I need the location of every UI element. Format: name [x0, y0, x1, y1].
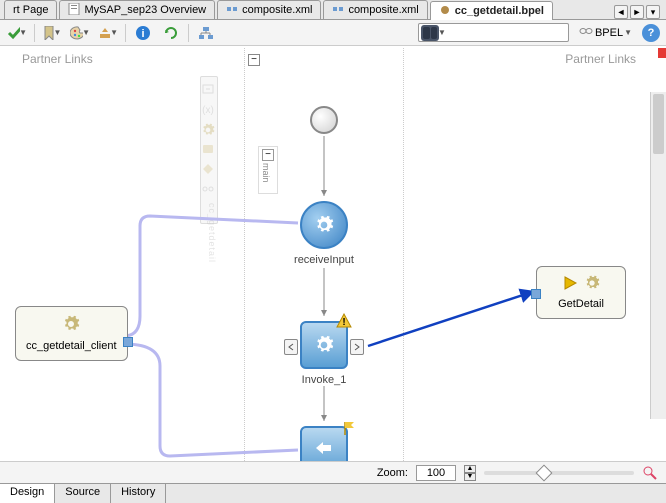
mini-palette: (x) cc_getdetail	[200, 76, 218, 224]
refresh-button[interactable]	[160, 23, 182, 43]
partner-link-getdetail[interactable]: GetDetail	[536, 266, 626, 319]
invoke-label: Invoke_1	[274, 374, 374, 386]
zoom-spinner: ▲ ▼	[464, 465, 476, 481]
partner-label: cc_getdetail_client	[26, 340, 117, 352]
search-input[interactable]	[446, 27, 566, 39]
svg-text:(x): (x)	[202, 105, 214, 115]
scope-main[interactable]: − main	[258, 146, 278, 194]
view-menu[interactable]: BPEL ▼	[575, 26, 636, 39]
gear-icon	[584, 275, 600, 294]
validate-button[interactable]: ▼	[6, 23, 28, 43]
tab-ccgetdetail[interactable]: cc_getdetail.bpel	[430, 1, 553, 20]
activity-icon[interactable]	[201, 143, 217, 157]
editor-tabs: rt Page MySAP_sep23 Overview composite.x…	[0, 0, 666, 20]
tab-label: rt Page	[13, 4, 48, 16]
binoculars-icon[interactable]	[421, 25, 439, 41]
tab-composite1[interactable]: composite.xml	[217, 0, 321, 19]
play-icon	[562, 275, 578, 294]
layout-button[interactable]	[195, 23, 217, 43]
partner-links-left-label: Partner Links	[22, 52, 93, 66]
tab-label: cc_getdetail.bpel	[455, 5, 544, 17]
zoom-up-button[interactable]: ▲	[464, 465, 476, 473]
port-icon[interactable]	[531, 289, 541, 299]
event-icon[interactable]	[201, 163, 217, 177]
tab-list-button[interactable]: ▾	[646, 5, 660, 19]
bpel-icon	[439, 4, 451, 19]
scope-label: main	[261, 163, 271, 183]
gear-icon	[314, 335, 334, 355]
tab-label: composite.xml	[348, 4, 418, 16]
canvas[interactable]: Partner Links Partner Links (x) cc_getde…	[0, 46, 666, 461]
status-bar: Zoom: ▲ ▼	[0, 461, 666, 483]
receive-activity[interactable]	[300, 201, 348, 249]
view-label: BPEL	[595, 27, 623, 39]
tab-label: composite.xml	[242, 4, 312, 16]
toolbar: ▼ ▼ ▼ ▼ i ▼ BPEL ▼ ?	[0, 20, 666, 46]
collapse-toggle-icon[interactable]	[201, 83, 217, 97]
start-event[interactable]	[310, 106, 338, 134]
receive-label: receiveInput	[274, 254, 374, 266]
search-box: ▼	[418, 23, 569, 42]
tab-design[interactable]: Design	[0, 484, 55, 503]
tab-composite2[interactable]: composite.xml	[323, 0, 427, 19]
tab-nav: ◄ ► ▾	[614, 5, 666, 19]
svg-text:!: !	[342, 317, 345, 328]
partner-label: GetDetail	[558, 298, 604, 310]
file-icon	[68, 3, 80, 18]
tab-source[interactable]: Source	[55, 484, 111, 503]
xml-icon	[226, 3, 238, 18]
partner-links-right-label: Partner Links	[565, 52, 636, 66]
search-dropdown[interactable]: ▼	[438, 28, 446, 37]
bottom-tabs: Design Source History	[0, 483, 666, 503]
link-icon[interactable]	[201, 183, 217, 197]
reply-icon	[313, 438, 335, 462]
link-icon	[579, 26, 593, 39]
palette-button[interactable]: ▼	[69, 23, 91, 43]
variable-icon[interactable]: (x)	[201, 103, 217, 117]
bookmark-button[interactable]: ▼	[41, 23, 63, 43]
help-button[interactable]: ?	[642, 24, 660, 42]
input-port[interactable]	[284, 339, 298, 355]
design-canvas: Partner Links Partner Links (x) cc_getde…	[0, 46, 666, 461]
error-marker[interactable]	[658, 48, 666, 58]
partner-link-client[interactable]: cc_getdetail_client	[15, 306, 128, 361]
tab-mysap[interactable]: MySAP_sep23 Overview	[59, 0, 215, 19]
zoom-down-button[interactable]: ▼	[464, 473, 476, 481]
flag-icon	[342, 420, 358, 436]
output-port[interactable]	[350, 339, 364, 355]
separator	[34, 24, 35, 42]
zoom-label: Zoom:	[377, 467, 408, 479]
reply-activity[interactable]	[300, 426, 348, 461]
process-label: cc_getdetail	[201, 203, 217, 217]
port-icon[interactable]	[123, 337, 133, 347]
gear-icon[interactable]	[201, 123, 217, 137]
tab-label: MySAP_sep23 Overview	[84, 4, 206, 16]
xml-icon	[332, 3, 344, 18]
vertical-scrollbar[interactable]	[650, 92, 666, 419]
info-button[interactable]: i	[132, 23, 154, 43]
deploy-button[interactable]: ▼	[97, 23, 119, 43]
warning-icon: !	[336, 313, 352, 329]
tab-history[interactable]: History	[111, 484, 166, 503]
separator	[188, 24, 189, 42]
tab-next-button[interactable]: ►	[630, 5, 644, 19]
zoom-reset-button[interactable]	[642, 465, 658, 481]
zoom-input[interactable]	[416, 465, 456, 481]
tab-rtpage[interactable]: rt Page	[4, 0, 57, 19]
separator	[125, 24, 126, 42]
gear-icon	[62, 315, 80, 336]
svg-text:i: i	[141, 28, 144, 40]
collapse-toggle[interactable]: −	[248, 54, 260, 66]
zoom-slider[interactable]	[484, 471, 634, 475]
gear-icon	[314, 215, 334, 235]
tab-prev-button[interactable]: ◄	[614, 5, 628, 19]
invoke-activity[interactable]: !	[300, 321, 348, 369]
